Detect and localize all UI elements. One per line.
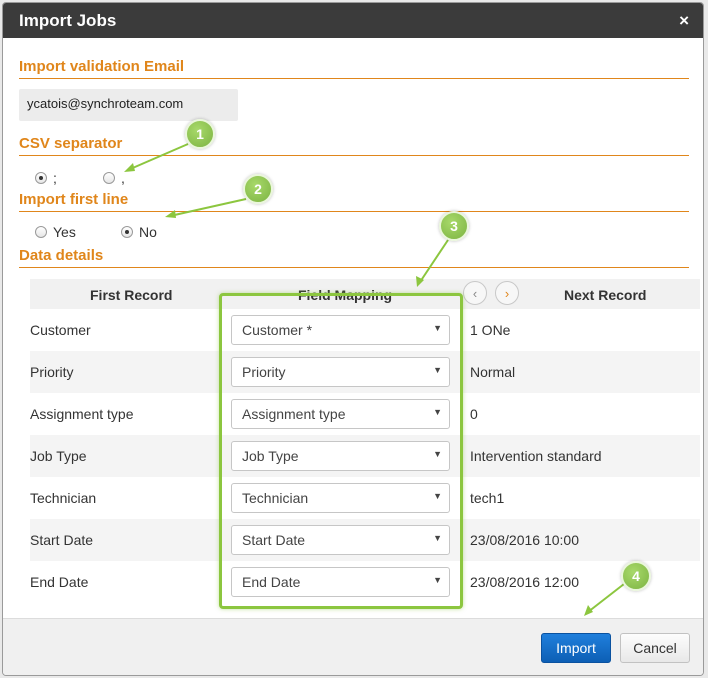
- row-next-value: Intervention standard: [470, 448, 602, 464]
- table-header: First Record Field Mapping Next Record: [30, 279, 700, 309]
- select-value: Start Date: [242, 532, 306, 548]
- caret-down-icon: ▼: [433, 323, 442, 333]
- row-next-value: 23/08/2016 12:00: [470, 574, 579, 590]
- row-label: Customer: [30, 322, 91, 338]
- radio-comma-label: ,: [121, 170, 125, 186]
- first-line-option-no[interactable]: No: [121, 224, 157, 240]
- caret-down-icon: ▼: [433, 491, 442, 501]
- field-mapping-select[interactable]: Assignment type ▼: [231, 399, 450, 429]
- callout-badge-1: 1: [185, 119, 215, 149]
- row-next-value: 1 ONe: [470, 322, 511, 338]
- row-next-value: 0: [470, 406, 478, 422]
- select-value: Job Type: [242, 448, 299, 464]
- radio-yes-label: Yes: [53, 224, 76, 240]
- cancel-button[interactable]: Cancel: [620, 633, 690, 663]
- row-label: End Date: [30, 574, 89, 590]
- field-mapping-select[interactable]: Start Date ▼: [231, 525, 450, 555]
- radio-semicolon[interactable]: [35, 172, 47, 184]
- section-first-line-heading: Import first line: [19, 191, 689, 212]
- radio-no-label: No: [139, 224, 157, 240]
- import-jobs-dialog: Import Jobs × Import validation Email yc…: [2, 2, 704, 676]
- caret-down-icon: ▼: [433, 533, 442, 543]
- close-icon[interactable]: ×: [679, 11, 689, 31]
- dialog-titlebar: Import Jobs ×: [3, 3, 703, 38]
- row-label: Assignment type: [30, 406, 134, 422]
- caret-down-icon: ▼: [433, 449, 442, 459]
- radio-no[interactable]: [121, 226, 133, 238]
- field-mapping-select[interactable]: Priority ▼: [231, 357, 450, 387]
- select-value: Customer *: [242, 322, 313, 338]
- caret-down-icon: ▼: [433, 407, 442, 417]
- first-line-option-yes[interactable]: Yes: [35, 224, 76, 240]
- select-value: Technician: [242, 490, 309, 506]
- row-label: Start Date: [30, 532, 94, 548]
- chevron-left-icon: ‹: [472, 285, 478, 301]
- table-row: Priority Priority ▼ Normal: [30, 351, 700, 393]
- header-field-mapping: Field Mapping: [298, 287, 393, 303]
- row-label: Job Type: [30, 448, 87, 464]
- csv-option-semicolon[interactable]: ;: [35, 170, 57, 186]
- callout-badge-3: 3: [439, 211, 469, 241]
- section-data-heading: Data details: [19, 247, 689, 268]
- field-mapping-select[interactable]: Customer * ▼: [231, 315, 450, 345]
- row-label: Technician: [30, 490, 97, 506]
- dialog-title: Import Jobs: [19, 10, 117, 30]
- dialog-footer: Import Cancel: [3, 618, 703, 675]
- next-record-button[interactable]: ›: [495, 281, 519, 305]
- chevron-right-icon: ›: [504, 285, 510, 301]
- caret-down-icon: ▼: [433, 365, 442, 375]
- table-row: End Date End Date ▼ 23/08/2016 12:00: [30, 561, 700, 603]
- email-field[interactable]: ycatois@synchroteam.com: [19, 89, 238, 121]
- radio-yes[interactable]: [35, 226, 47, 238]
- row-next-value: 23/08/2016 10:00: [470, 532, 579, 548]
- select-value: End Date: [242, 574, 301, 590]
- section-email-heading: Import validation Email: [19, 58, 689, 79]
- field-mapping-select[interactable]: End Date ▼: [231, 567, 450, 597]
- select-value: Priority: [242, 364, 286, 380]
- table-row: Start Date Start Date ▼ 23/08/2016 10:00: [30, 519, 700, 561]
- table-row: Technician Technician ▼ tech1: [30, 477, 700, 519]
- select-value: Assignment type: [242, 406, 346, 422]
- csv-option-comma[interactable]: ,: [103, 170, 125, 186]
- import-button[interactable]: Import: [541, 633, 611, 663]
- prev-record-button[interactable]: ‹: [463, 281, 487, 305]
- field-mapping-select[interactable]: Job Type ▼: [231, 441, 450, 471]
- radio-semicolon-label: ;: [53, 170, 57, 186]
- callout-badge-4: 4: [621, 561, 651, 591]
- section-csv-heading: CSV separator: [19, 135, 689, 156]
- table-row: Assignment type Assignment type ▼ 0: [30, 393, 700, 435]
- row-label: Priority: [30, 364, 74, 380]
- table-row: Customer Customer * ▼ 1 ONe: [30, 309, 700, 351]
- callout-badge-2: 2: [243, 174, 273, 204]
- radio-comma[interactable]: [103, 172, 115, 184]
- table-row: Job Type Job Type ▼ Intervention standard: [30, 435, 700, 477]
- row-next-value: tech1: [470, 490, 505, 506]
- caret-down-icon: ▼: [433, 575, 442, 585]
- header-first-record: First Record: [90, 287, 173, 303]
- row-next-value: Normal: [470, 364, 516, 380]
- field-mapping-select[interactable]: Technician ▼: [231, 483, 450, 513]
- header-next-record: Next Record: [564, 287, 647, 303]
